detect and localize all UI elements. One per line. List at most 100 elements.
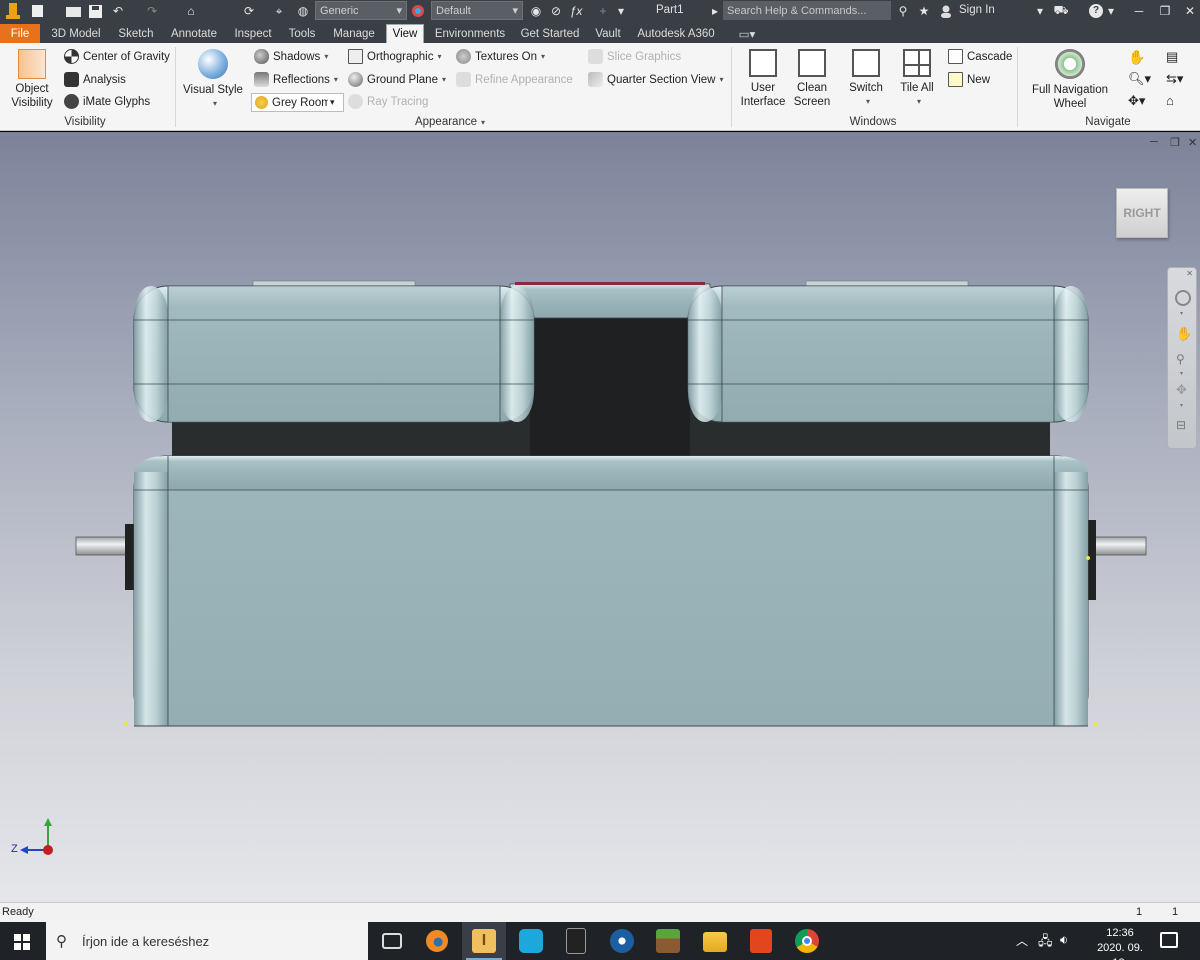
center-of-gravity-button[interactable]: Center of Gravity [64, 49, 170, 64]
material-combo[interactable]: Generic ▾ [315, 1, 407, 20]
chrome-icon[interactable] [795, 929, 819, 953]
slice-graphics-button[interactable]: Slice Graphics [588, 49, 681, 64]
qat-dropdown-icon[interactable]: ▾ [615, 3, 627, 19]
network-icon[interactable]: 🖧︎ [1038, 932, 1053, 954]
notification-icon[interactable] [1160, 932, 1178, 948]
app-logo-icon[interactable] [4, 3, 22, 19]
tab-view[interactable]: View [386, 24, 424, 43]
imate-glyphs-button[interactable]: iMate Glyphs [64, 94, 150, 109]
ribbon-options-icon[interactable]: ▭▾ [736, 25, 758, 43]
cura-icon[interactable] [519, 929, 543, 953]
volume-icon[interactable]: 🔉︎ [1060, 932, 1068, 948]
top-center-strip [509, 283, 711, 319]
select-icon[interactable]: ⌖ [270, 3, 288, 19]
tab-tools[interactable]: Tools [284, 25, 320, 43]
color-sphere-icon[interactable] [410, 3, 426, 19]
textures-on-button[interactable]: Textures On ▾ [456, 49, 545, 64]
appearance-combo[interactable]: Default ▾ [431, 1, 523, 20]
visual-style-button[interactable]: Visual Style ▾ [182, 49, 244, 111]
tab-get-started[interactable]: Get Started [516, 25, 584, 43]
epic-games-icon[interactable] [566, 928, 586, 954]
pan-icon[interactable]: ✋ [1128, 49, 1145, 66]
blender-icon[interactable] [426, 930, 448, 952]
taskbar-clock[interactable]: 12:36 2020. 09. 18. [1092, 926, 1148, 960]
undo-icon[interactable]: ↶ [108, 3, 128, 19]
home-view-icon[interactable]: ⌂ [1166, 93, 1174, 108]
analysis-label: Analysis [83, 73, 126, 86]
new-file-icon[interactable] [28, 3, 46, 19]
update-icon[interactable]: ⟳ [240, 3, 258, 19]
model-view[interactable] [0, 132, 1200, 902]
orbit-icon[interactable]: ✥▾ [1128, 93, 1145, 109]
clear-appearance-icon[interactable]: ⊘ [548, 3, 564, 19]
close-icon[interactable]: ✕ [1182, 3, 1198, 19]
tab-vault[interactable]: Vault [590, 25, 626, 43]
zoom-all-icon[interactable]: ⇆▾ [1166, 71, 1183, 87]
tab-annotate[interactable]: Annotate [166, 25, 222, 43]
globe-icon[interactable]: ◍ [294, 3, 312, 19]
windows-start-icon[interactable] [14, 934, 30, 950]
ray-tracing-button[interactable]: Ray Tracing [348, 94, 428, 109]
refine-appearance-button[interactable]: Refine Appearance [456, 72, 573, 87]
tab-environments[interactable]: Environments [430, 25, 510, 43]
left-shaft [75, 524, 135, 590]
slice-graphics-label: Slice Graphics [607, 50, 682, 63]
help-search-input[interactable]: Search Help & Commands... [723, 1, 891, 20]
office-icon[interactable] [750, 929, 772, 953]
grey-room-combo[interactable]: Grey Room ▾ [251, 93, 344, 112]
home-icon[interactable]: ⌂ [182, 3, 200, 19]
cascade-button[interactable]: Cascade [948, 49, 1012, 64]
ground-plane-button[interactable]: Ground Plane ▾ [348, 72, 446, 87]
minimize-icon[interactable]: ─ [1130, 3, 1148, 19]
tab-autodesk-a360[interactable]: Autodesk A360 [632, 25, 720, 43]
object-visibility-button[interactable]: Object Visibility [6, 49, 58, 110]
restore-icon[interactable]: ❐ [1156, 3, 1174, 19]
zoom-icon[interactable]: 🔍︎▾ [1128, 71, 1151, 87]
switch-button[interactable]: Switch ▾ [842, 49, 890, 109]
clean-screen-button[interactable]: Clean Screen [790, 49, 834, 109]
star-icon[interactable]: ★ [916, 3, 932, 19]
quarter-section-view-button[interactable]: Quarter Section View ▾ [588, 72, 723, 87]
cart-icon[interactable]: ⛟ [1052, 3, 1070, 19]
binoculars-icon[interactable]: ⚲ [894, 3, 912, 19]
fx-icon[interactable]: ƒx [568, 3, 584, 19]
taskbar-search-input[interactable]: ⚲ Írjon ide a kereséshez [46, 922, 368, 960]
tab-inspect[interactable]: Inspect [230, 25, 276, 43]
search-expand-icon[interactable]: ▸ [710, 3, 720, 19]
tab-sketch[interactable]: Sketch [114, 25, 158, 43]
sign-in-link[interactable]: Sign In [959, 4, 995, 16]
clock-date: 2020. 09. 18. [1097, 942, 1143, 960]
minecraft-icon[interactable] [656, 929, 680, 953]
material-combo-value: Generic [320, 4, 359, 17]
reflections-button[interactable]: Reflections ▾ [254, 72, 338, 87]
user-icon[interactable] [938, 3, 954, 19]
tab-manage[interactable]: Manage [328, 25, 380, 43]
adjust-icon[interactable]: ◉ [528, 3, 544, 19]
orthographic-button[interactable]: Orthographic ▾ [348, 49, 442, 64]
new-window-button[interactable]: New [948, 72, 990, 87]
graphics-viewport[interactable]: ─ ❐ ✕ RIGHT ✕ ▾ ✋ ⚲ ▾ ✥ ▾ ⊟ Z [0, 132, 1200, 902]
chevron-down-icon[interactable]: ▾ [1106, 3, 1116, 19]
task-view-icon[interactable] [382, 933, 402, 949]
ground-plane-icon [348, 72, 363, 87]
chevron-down-icon[interactable]: ▾ [1034, 3, 1046, 19]
windows-taskbar: ⚲ Írjon ide a kereséshez I ︿ 🖧︎ 🔉︎ 12:36… [0, 922, 1200, 960]
tab-file[interactable]: File [0, 24, 40, 43]
tile-all-button[interactable]: Tile All ▾ [895, 49, 939, 109]
full-navigation-wheel-button[interactable]: Full Navigation Wheel [1024, 49, 1116, 111]
appearance-group-label[interactable]: Appearance ▾ [400, 116, 500, 128]
steam-icon[interactable] [610, 929, 634, 953]
save-icon[interactable] [86, 3, 104, 19]
help-icon[interactable]: ? [1088, 3, 1104, 19]
tab-3d-model[interactable]: 3D Model [46, 25, 106, 43]
view-face-icon[interactable]: ▤ [1166, 49, 1178, 65]
inventor-icon[interactable]: I [472, 929, 496, 953]
open-file-icon[interactable] [64, 3, 82, 19]
redo-icon[interactable]: ↷ [142, 3, 162, 19]
analysis-button[interactable]: Analysis [64, 72, 126, 87]
user-interface-button[interactable]: User Interface [738, 49, 788, 109]
shadows-button[interactable]: Shadows ▾ [254, 49, 328, 64]
plus-icon[interactable]: + [596, 3, 610, 19]
file-explorer-icon[interactable] [703, 932, 727, 952]
show-hidden-icons[interactable]: ︿ [1016, 932, 1028, 949]
